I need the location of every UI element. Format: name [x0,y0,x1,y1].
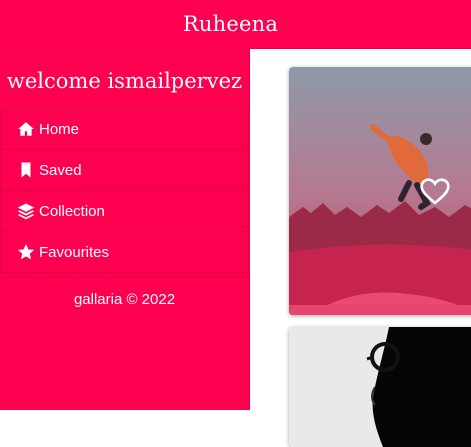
heart-icon [420,178,450,205]
gallery-image [289,327,471,447]
sidebar-item-label: Home [39,120,80,138]
sidebar-item-label: Collection [39,202,105,220]
sidebar-item-favourites[interactable]: Favourites [0,231,249,273]
sidebar: welcome ismailpervez Home Saved Collecti… [0,49,250,410]
top-header: Ruheena [0,0,471,49]
bookmark-icon [21,162,31,178]
sidebar-item-label: Saved [39,161,82,179]
favourite-button[interactable] [418,175,452,207]
gallery-area [250,49,471,447]
sidebar-item-label: Favourites [39,243,110,261]
gallery-card[interactable] [289,327,471,447]
sidebar-item-collection[interactable]: Collection [0,190,249,231]
gallery-card[interactable] [289,67,471,315]
sidebar-nav: Home Saved Collection Favourites [0,108,249,273]
sidebar-item-saved[interactable]: Saved [0,149,249,190]
brand-title: Ruheena [182,12,279,36]
sidebar-item-home[interactable]: Home [0,108,249,149]
welcome-message: welcome ismailpervez [6,69,243,93]
layers-icon [17,203,35,220]
home-icon [18,122,34,136]
star-icon [17,244,35,260]
sidebar-footer: gallaria © 2022 [73,291,176,308]
